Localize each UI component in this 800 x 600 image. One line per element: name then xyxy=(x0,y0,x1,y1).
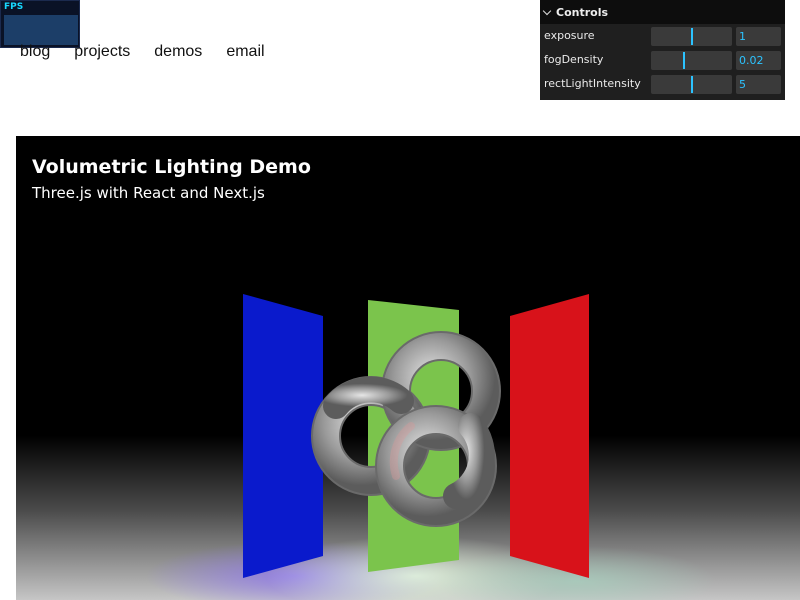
rectlightintensity-slider[interactable] xyxy=(651,75,732,94)
exposure-input[interactable] xyxy=(736,27,781,46)
controls-panel: Controls exposure fogDensity rectLightIn… xyxy=(540,0,785,100)
slider-thumb[interactable] xyxy=(683,52,685,69)
demo-title: Volumetric Lighting Demo xyxy=(32,156,311,178)
controls-header[interactable]: Controls xyxy=(540,0,785,24)
slider-thumb[interactable] xyxy=(691,28,693,45)
control-row-exposure: exposure xyxy=(540,24,785,48)
page: FPS blog projects demos email Controls e… xyxy=(0,0,800,600)
control-label: exposure xyxy=(544,29,595,42)
nav-link-demos[interactable]: demos xyxy=(154,43,202,61)
fogdensity-input[interactable] xyxy=(736,51,781,70)
fps-graph xyxy=(4,15,78,45)
fps-stats-panel[interactable]: FPS xyxy=(0,0,80,48)
panel-red xyxy=(510,294,589,578)
control-row-fogdensity: fogDensity xyxy=(540,48,785,72)
nav-link-email[interactable]: email xyxy=(226,43,264,61)
fogdensity-slider[interactable] xyxy=(651,51,732,70)
chevron-down-icon xyxy=(542,6,552,15)
control-label: rectLightIntensity xyxy=(544,77,641,90)
torus-knot xyxy=(311,331,501,527)
controls-title: Controls xyxy=(556,5,609,19)
scene-render xyxy=(16,294,800,600)
nav-link-projects[interactable]: projects xyxy=(74,43,130,61)
demo-subtitle: Three.js with React and Next.js xyxy=(32,184,265,202)
scene-canvas[interactable]: Volumetric Lighting Demo Three.js with R… xyxy=(16,136,800,600)
control-row-rectlightintensity: rectLightIntensity xyxy=(540,72,785,96)
exposure-slider[interactable] xyxy=(651,27,732,46)
top-nav: blog projects demos email xyxy=(20,43,289,61)
fps-label: FPS xyxy=(4,2,24,12)
control-label: fogDensity xyxy=(544,53,604,66)
nav-link-blog[interactable]: blog xyxy=(20,43,50,61)
slider-thumb[interactable] xyxy=(691,76,693,93)
rectlightintensity-input[interactable] xyxy=(736,75,781,94)
